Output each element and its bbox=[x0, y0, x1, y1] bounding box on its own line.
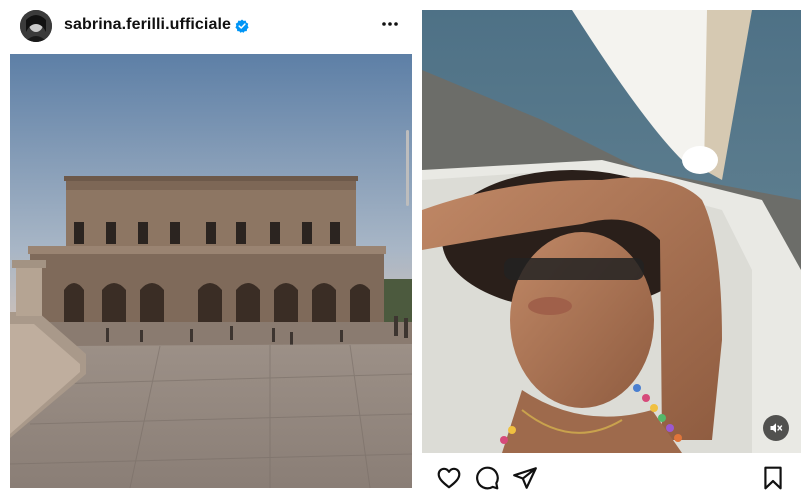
post-panel: sabrina.ferilli.ufficiale bbox=[0, 0, 420, 500]
verified-badge-icon bbox=[235, 19, 249, 33]
scrollbar[interactable] bbox=[406, 130, 409, 206]
more-horizontal-icon bbox=[382, 22, 398, 26]
post-video[interactable] bbox=[422, 10, 801, 453]
share-button[interactable] bbox=[512, 465, 538, 491]
speaker-muted-icon bbox=[770, 423, 783, 433]
comment-button[interactable] bbox=[474, 465, 500, 491]
heart-icon bbox=[437, 467, 461, 489]
post-header: sabrina.ferilli.ufficiale bbox=[0, 0, 420, 52]
bookmark-icon bbox=[764, 466, 782, 490]
username[interactable]: sabrina.ferilli.ufficiale bbox=[64, 16, 231, 34]
avatar[interactable] bbox=[20, 10, 52, 42]
like-button[interactable] bbox=[436, 465, 462, 491]
share-icon bbox=[513, 467, 537, 489]
action-bar bbox=[422, 455, 801, 500]
more-options-button[interactable] bbox=[378, 12, 402, 36]
comment-icon bbox=[476, 466, 499, 490]
post-photo[interactable] bbox=[10, 54, 412, 488]
save-button[interactable] bbox=[760, 465, 786, 491]
mute-button[interactable] bbox=[763, 415, 789, 441]
